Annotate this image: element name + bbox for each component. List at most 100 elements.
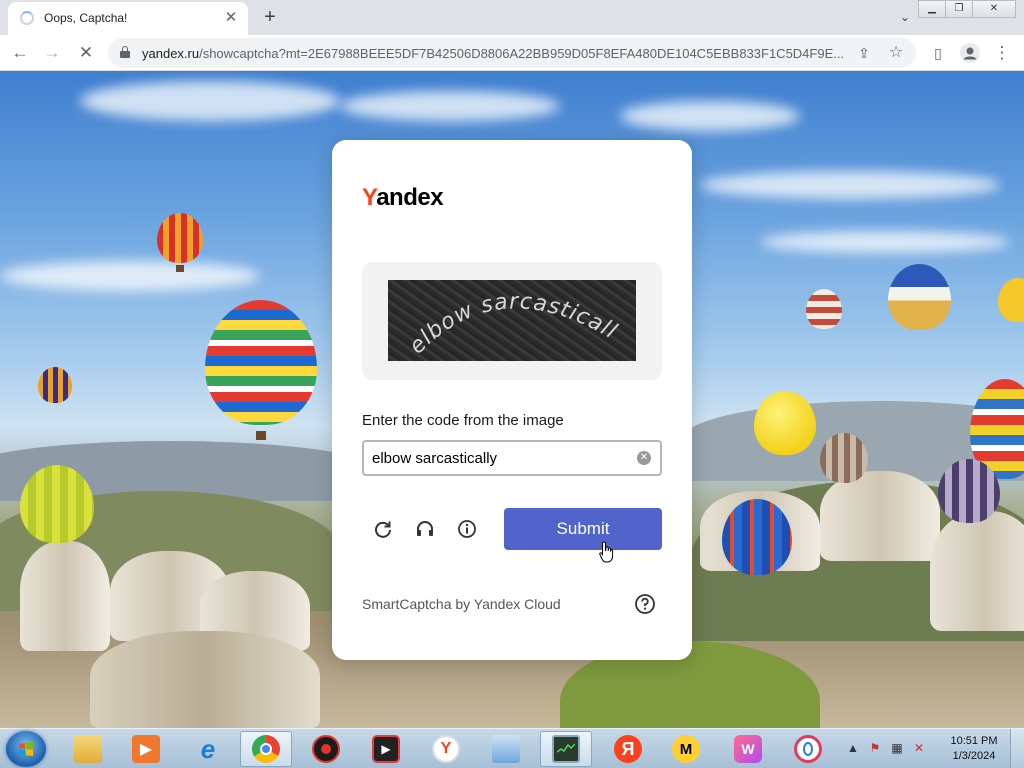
profile-avatar-icon[interactable]: [958, 41, 982, 65]
clear-input-icon[interactable]: ✕: [637, 451, 651, 465]
taskbar-opera-gx[interactable]: [782, 731, 834, 767]
close-tab-icon[interactable]: ✕: [222, 9, 240, 27]
taskbar-chrome[interactable]: [240, 731, 292, 767]
browser-tab[interactable]: Oops, Captcha! ✕: [8, 2, 248, 35]
hot-air-balloon: [722, 499, 792, 575]
taskbar-miro[interactable]: M: [660, 731, 712, 767]
captcha-image: elbow sarcastically: [388, 280, 636, 361]
screen-recorder-icon: [312, 735, 340, 763]
tab-search-icon[interactable]: ⌄: [896, 8, 914, 26]
taskbar-file-explorer[interactable]: [62, 731, 114, 767]
chrome-icon: [252, 735, 280, 763]
smartcaptcha-credit: SmartCaptcha by Yandex Cloud: [362, 596, 561, 612]
network-icon[interactable]: ▦: [890, 741, 904, 755]
tab-title: Oops, Captcha!: [44, 11, 128, 25]
hot-air-balloon: [888, 264, 951, 330]
hot-air-balloon: [20, 465, 94, 543]
captcha-image-well: elbow sarcastically: [362, 262, 662, 380]
balloon-basket: [176, 265, 184, 272]
video-camera-icon: ▶: [372, 735, 400, 763]
new-tab-button[interactable]: +: [258, 5, 282, 29]
back-icon[interactable]: ←: [8, 41, 32, 65]
show-desktop-button[interactable]: [1010, 729, 1024, 768]
address-bar[interactable]: yandex.ru/showcaptcha?mt=2E67988BEEE5DF7…: [108, 38, 916, 68]
info-icon[interactable]: [454, 516, 480, 542]
hot-air-balloon: [806, 289, 842, 329]
close-window-button[interactable]: ✕: [972, 0, 1016, 18]
volume-muted-icon[interactable]: ✕: [912, 741, 926, 755]
hand-pointer-cursor-icon: [599, 541, 617, 565]
refresh-captcha-icon[interactable]: [370, 516, 396, 542]
taskbar-control-panel[interactable]: [480, 731, 532, 767]
tab-strip: Oops, Captcha! ✕ + ⌄ ▁ ❐ ✕: [0, 0, 1024, 35]
taskbar-video-camera[interactable]: ▶: [360, 731, 412, 767]
show-hidden-icons-icon[interactable]: ▲: [846, 741, 860, 755]
hot-air-balloon: [754, 391, 816, 455]
cloud: [340, 91, 560, 121]
cloud: [760, 231, 1010, 253]
captcha-answer-input[interactable]: [372, 448, 627, 468]
taskbar-screen-recorder[interactable]: [300, 731, 352, 767]
browser-toolbar: ← → ✕ yandex.ru/showcaptcha?mt=2E67988BE…: [0, 35, 1024, 71]
window-controls: ▁ ❐ ✕: [918, 0, 1016, 18]
miro-icon: M: [672, 735, 700, 763]
captcha-card: Yandex elbow sarcastically Enter the cod…: [332, 140, 692, 660]
task-manager-icon: [552, 735, 580, 763]
taskbar-task-manager[interactable]: [540, 731, 592, 767]
stop-loading-icon[interactable]: ✕: [74, 41, 98, 65]
restore-button[interactable]: ❐: [945, 0, 973, 18]
bookmark-star-icon[interactable]: ☆: [884, 41, 908, 65]
taskbar-media-player[interactable]: ▶: [120, 731, 172, 767]
action-center-flag-icon[interactable]: ⚑: [868, 741, 882, 755]
url-text: yandex.ru/showcaptcha?mt=2E67988BEEE5DF7…: [142, 46, 845, 61]
rock-formation: [930, 511, 1024, 631]
hot-air-balloon: [998, 278, 1024, 322]
yandex-browser-icon: Y: [432, 735, 460, 763]
system-tray: ▲ ⚑ ▦ ✕ 10:51 PM 1/3/2024: [844, 729, 1024, 768]
share-icon[interactable]: ⇪: [852, 41, 876, 65]
side-panel-icon[interactable]: ▯: [926, 41, 950, 65]
taskbar-yandex-app[interactable]: Я: [602, 731, 654, 767]
loading-spinner-icon: [20, 11, 34, 25]
start-button[interactable]: [6, 731, 46, 767]
lock-icon: [120, 46, 130, 58]
wps-office-icon: W: [734, 735, 762, 763]
hot-air-balloon: [38, 367, 72, 403]
help-icon[interactable]: [634, 593, 656, 615]
windows-logo-icon: [19, 742, 33, 756]
captcha-prompt: Enter the code from the image: [362, 412, 564, 429]
opera-gx-icon: [794, 735, 822, 763]
windows-taskbar: ▶ e ▶ Y Я M W ▲ ⚑ ▦ ✕ 10:51 PM 1/3/2024: [0, 728, 1024, 768]
cloud: [620, 101, 800, 131]
clock-date: 1/3/2024: [952, 750, 996, 762]
hot-air-balloon: [205, 300, 317, 425]
cloud: [80, 81, 340, 121]
taskbar-yandex-browser[interactable]: Y: [420, 731, 472, 767]
rock-formation: [20, 541, 110, 651]
hot-air-balloon: [938, 459, 1000, 523]
internet-explorer-icon: e: [200, 733, 216, 764]
menu-kebab-icon[interactable]: ⋮: [990, 41, 1014, 65]
folder-icon: [74, 735, 102, 763]
taskbar-clock[interactable]: 10:51 PM 1/3/2024: [944, 734, 1004, 764]
forward-icon[interactable]: →: [40, 41, 64, 65]
minimize-button[interactable]: ▁: [918, 0, 946, 18]
submit-button[interactable]: Submit: [504, 508, 662, 550]
captcha-distorted-text: elbow sarcastically: [388, 280, 621, 359]
yandex-logo: Yandex: [362, 184, 444, 211]
cloud: [0, 261, 260, 291]
rock-formation: [90, 631, 320, 728]
svg-text:elbow sarcastically: elbow sarcastically: [388, 280, 622, 359]
clock-time: 10:51 PM: [950, 735, 998, 747]
hot-air-balloon: [820, 433, 868, 483]
cloud: [700, 171, 1000, 199]
audio-captcha-icon[interactable]: [412, 516, 438, 542]
taskbar-wps-office[interactable]: W: [722, 731, 774, 767]
media-player-icon: ▶: [132, 735, 160, 763]
yandex-app-icon: Я: [614, 735, 642, 763]
taskbar-internet-explorer[interactable]: e: [182, 731, 234, 767]
control-panel-icon: [492, 735, 520, 763]
rock-formation: [820, 471, 940, 561]
captcha-answer-field[interactable]: ✕: [362, 440, 662, 476]
hot-air-balloon: [157, 213, 203, 263]
